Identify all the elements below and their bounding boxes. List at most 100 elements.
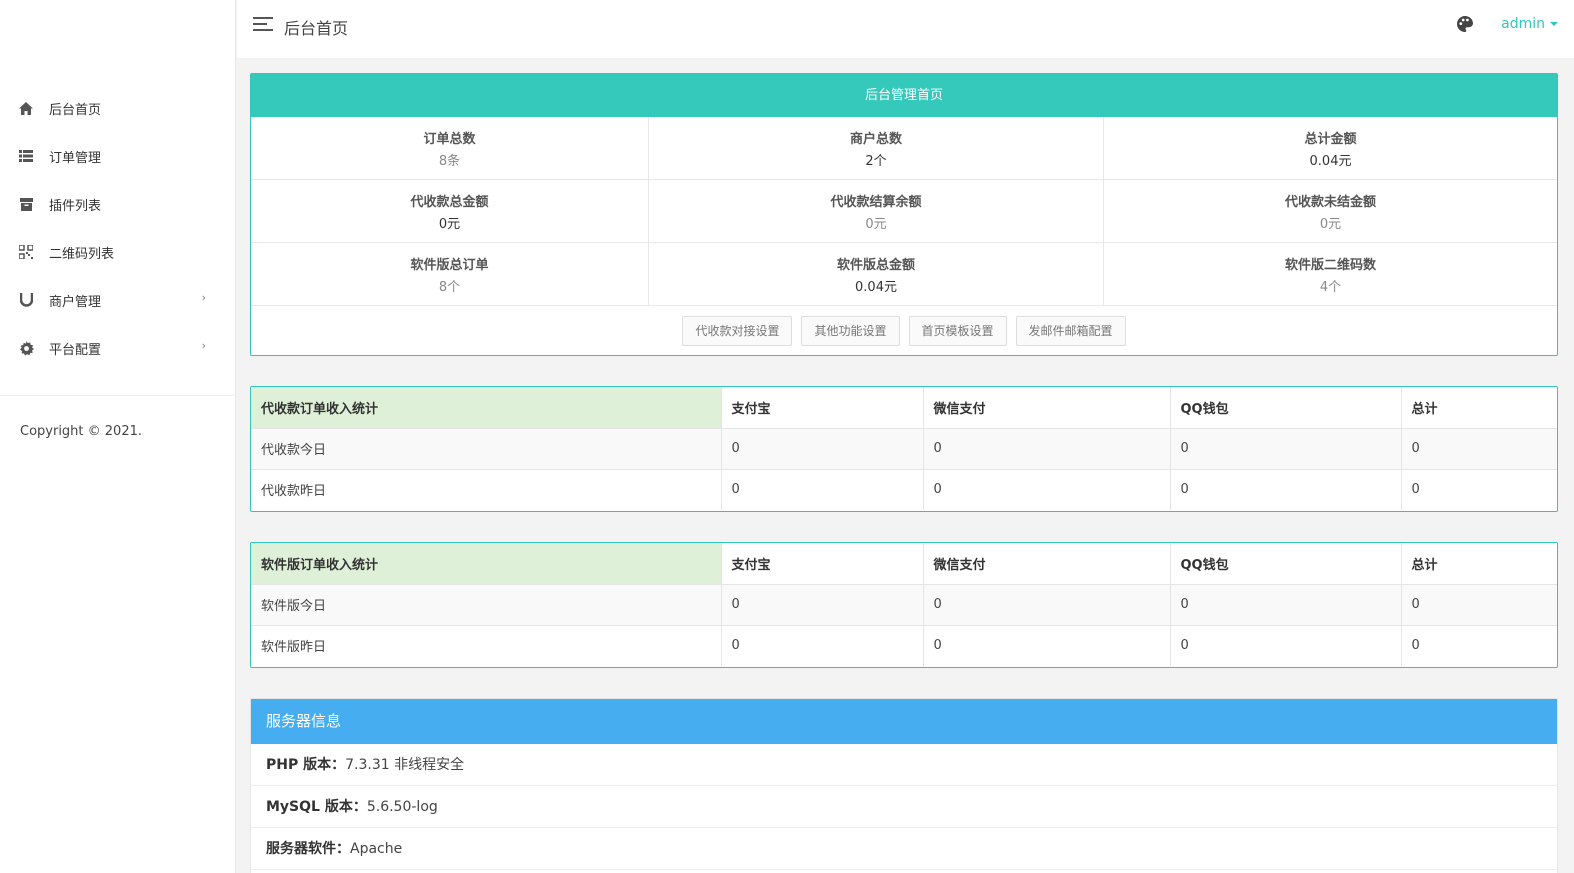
stat-value: 0元 [438,217,461,232]
table-cell: 代收款昨日 [251,469,722,510]
table-cell: 0 [721,625,924,666]
homepage-template-button[interactable]: 首页模板设置 [908,316,1007,346]
server-info-key: PHP 版本： [266,757,346,773]
stat-value: 4个 [1319,280,1342,295]
user-name: admin [1501,16,1545,32]
table-cell: 软件版昨日 [251,625,722,666]
table-cell: 软件版今日 [251,584,722,626]
stat-label: 软件版总金额 [836,258,915,273]
collection-settings-button[interactable]: 代收款对接设置 [682,316,793,346]
copyright: Copyright © 2021. [20,424,143,439]
server-info-key: MySQL 版本： [266,799,367,815]
dashboard-panel: 后台管理首页 订单总数 8条 商户总数 2个 总计金额 0.04元 代收款总金额 0元 … [250,73,1558,356]
stat-label: 商户总数 [849,132,902,147]
stat-collection-unsettled: 代收款未结金额 0元 [1104,180,1557,243]
sidebar-item-label: 商户管理 [49,294,102,310]
sidebar-item-plugins[interactable]: 插件列表 [0,180,236,228]
stat-label: 软件版二维码数 [1284,258,1376,273]
stat-label: 软件版总订单 [410,258,489,273]
sidebar-item-platform-config[interactable]: 平台配置 › [0,324,236,372]
collection-income-table: 代收款订单收入统计 支付宝 微信支付 QQ钱包 总计 代收款今日 0 0 0 0… [251,387,1557,510]
table-row: 软件版昨日 0 0 0 0 [251,625,1557,666]
table-cell: 0 [1170,469,1402,510]
stat-collection-total: 代收款总金额 0元 [251,180,649,243]
stat-label: 代收款总金额 [410,195,489,210]
mail-config-button[interactable]: 发邮件邮箱配置 [1015,316,1126,346]
stat-software-qrcodes: 软件版二维码数 4个 [1104,243,1557,306]
stat-order-count: 订单总数 8条 [251,117,649,180]
sidebar-item-home[interactable]: 后台首页 [0,84,236,132]
table-header-row: 代收款订单收入统计 支付宝 微信支付 QQ钱包 总计 [251,387,1557,429]
table-header: 软件版订单收入统计 [251,543,722,585]
stat-value: 2个 [865,154,887,169]
software-income-table-panel: 软件版订单收入统计 支付宝 微信支付 QQ钱包 总计 软件版今日 0 0 0 0… [250,542,1558,668]
table-cell: 0 [923,625,1171,666]
table-header: QQ钱包 [1170,543,1402,585]
table-cell: 0 [721,428,924,470]
sidebar-divider [0,395,236,396]
stat-value: 0.04元 [855,280,897,295]
server-info-value: 7.3.31 非线程安全 [345,757,465,773]
sidebar-item-qrcodes[interactable]: 二维码列表 [0,228,236,276]
table-cell: 0 [923,584,1171,626]
stat-value: 8条 [438,154,461,169]
stat-software-orders: 软件版总订单 8个 [251,243,649,306]
table-cell: 代收款今日 [251,428,722,470]
table-cell: 0 [1401,428,1557,470]
server-info-row-php: PHP 版本：7.3.31 非线程安全 [251,744,1557,786]
sidebar: 后台首页 订单管理 插件列表 二维码列表 商户管理 › 平台配置 › Copyr… [0,0,236,873]
server-info-value: 5.6.50-log [366,799,438,815]
table-cell: 0 [721,584,924,626]
stat-value: 8个 [438,280,461,295]
table-header: 代收款订单收入统计 [251,387,722,429]
table-header: 总计 [1401,543,1557,585]
page-title: 后台首页 [284,19,349,38]
sidebar-item-label: 插件列表 [49,198,102,214]
table-header: 微信支付 [923,387,1171,429]
table-cell: 0 [1411,482,1420,498]
table-cell: 0 [1170,428,1402,470]
dashboard-title: 后台管理首页 [251,74,1557,117]
table-cell: 0 [1401,584,1557,626]
server-info-title: 服务器信息 [251,699,1557,744]
magnet-icon [18,292,34,308]
server-info-key: 服务器软件： [266,841,350,857]
top-header: 后台首页 admin [237,0,1574,58]
other-settings-button[interactable]: 其他功能设置 [801,316,900,346]
qrcode-icon [18,244,34,260]
stat-software-amount: 软件版总金额 0.04元 [649,243,1104,306]
sidebar-item-label: 二维码列表 [49,246,115,262]
user-menu[interactable]: admin [1501,16,1558,32]
stat-collection-balance: 代收款结算余额 0元 [649,180,1104,243]
server-info-row-software: 服务器软件：Apache [251,828,1557,870]
table-cell: 0 [1170,625,1402,666]
server-info-value: Apache [350,841,403,857]
server-info-row-mysql: MySQL 版本：5.6.50-log [251,786,1557,828]
list-icon [18,148,34,164]
table-header: 支付宝 [721,543,924,585]
gear-icon [18,340,34,356]
stat-label: 总计金额 [1304,132,1357,147]
table-cell: 0 [721,469,924,510]
table-header: 微信支付 [923,543,1171,585]
palette-icon[interactable] [1456,15,1474,37]
chevron-right-icon: › [201,291,206,304]
sidebar-item-merchants[interactable]: 商户管理 › [0,276,236,324]
stat-value: 0.04元 [1309,154,1352,169]
stat-label: 订单总数 [423,132,476,147]
table-cell: 0 [1170,584,1402,626]
menu-toggle-icon[interactable] [253,17,273,33]
table-cell: 0 [923,469,1171,510]
sidebar-item-orders[interactable]: 订单管理 [0,132,236,180]
stat-merchant-count: 商户总数 2个 [649,117,1104,180]
sidebar-item-label: 平台配置 [49,342,102,358]
stat-value: 0元 [865,217,887,232]
table-cell: 0 [1411,638,1420,654]
sidebar-item-label: 订单管理 [49,150,102,166]
chevron-right-icon: › [201,339,206,352]
stat-label: 代收款未结金额 [1284,195,1376,210]
sidebar-nav: 后台首页 订单管理 插件列表 二维码列表 商户管理 › 平台配置 › [0,84,236,372]
caret-down-icon [1550,22,1558,26]
collection-income-table-panel: 代收款订单收入统计 支付宝 微信支付 QQ钱包 总计 代收款今日 0 0 0 0… [250,386,1558,512]
stat-total-amount: 总计金额 0.04元 [1104,117,1557,180]
